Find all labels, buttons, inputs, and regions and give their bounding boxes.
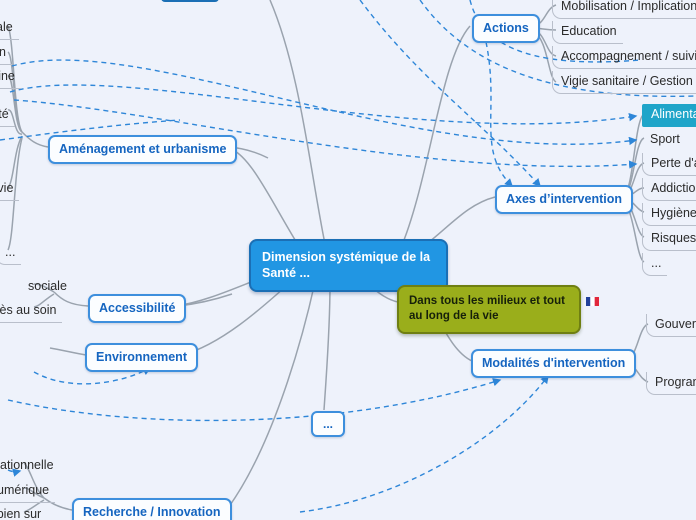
leaf-clipped-ationnelle[interactable]: ationnelle — [0, 455, 60, 477]
leaf-clipped-numerique[interactable]: umérique — [0, 480, 56, 503]
leaf-clipped-mobilite[interactable]: bilité — [0, 104, 15, 127]
branch-recherche-innovation[interactable]: Recherche / Innovation — [72, 498, 232, 520]
leaf-perte-autonomie[interactable]: Perte d'au — [642, 153, 696, 176]
leaf-clipped-acces-au-soin[interactable]: ccès au soin — [0, 300, 63, 323]
leaf-education[interactable]: Education — [552, 21, 623, 44]
branch-axes-intervention[interactable]: Axes d’intervention — [495, 185, 633, 214]
leaf-risques[interactable]: Risques p — [642, 228, 696, 251]
branch-modalites-intervention[interactable]: Modalités d'intervention — [471, 349, 637, 378]
leaf-clipped-medicale[interactable]: icale — [0, 17, 19, 40]
branch-actions[interactable]: Actions — [472, 14, 540, 43]
leaf-accompagnement-suivi[interactable]: Accompagnement / suivi — [552, 46, 696, 69]
leaf-sport[interactable]: Sport — [642, 129, 686, 151]
branch-amenagement-urbanisme[interactable]: Aménagement et urbanisme — [48, 135, 238, 164]
leaf-clipped-sociale[interactable]: sociale — [20, 276, 73, 298]
branch-accessibilite[interactable]: Accessibilité — [88, 294, 187, 323]
clipped-top-node[interactable] — [161, 0, 219, 2]
leaf-programmation[interactable]: Programm — [646, 372, 696, 395]
leaf-clipped-soin[interactable]: soin — [0, 42, 12, 65]
leaf-alimentation[interactable]: Alimentation — [642, 104, 696, 127]
leaf-addictions[interactable]: Addictions — [642, 178, 696, 201]
leaf-gouvernance[interactable]: Gouvernan — [646, 314, 696, 337]
leaf-hygiene[interactable]: Hygiène / — [642, 203, 696, 226]
leaf-clipped-upper-ellipsis[interactable]: ... — [0, 242, 22, 265]
branch-environnement[interactable]: Environnement — [85, 343, 198, 372]
leaf-clipped-bien-sur[interactable]: s bien sur — [0, 504, 47, 520]
leaf-axes-ellipsis[interactable]: ... — [642, 253, 668, 276]
leaf-clipped-medecine[interactable]: ecine — [0, 66, 21, 89]
mindmap-canvas[interactable]: Dimension systémique de la Santé ... Dan… — [0, 0, 696, 520]
leaf-clipped-cadre-de-vie[interactable]: e vie — [0, 178, 20, 201]
branch-ellipsis-node[interactable]: ... — [311, 411, 346, 437]
callout-node[interactable]: Dans tous les milieux et tout au long de… — [397, 285, 581, 334]
french-flag-icon — [586, 297, 599, 306]
leaf-mobilisation-implication[interactable]: Mobilisation / Implication — [552, 0, 696, 19]
leaf-vigie-sanitaire[interactable]: Vigie sanitaire / Gestion de — [552, 71, 696, 94]
